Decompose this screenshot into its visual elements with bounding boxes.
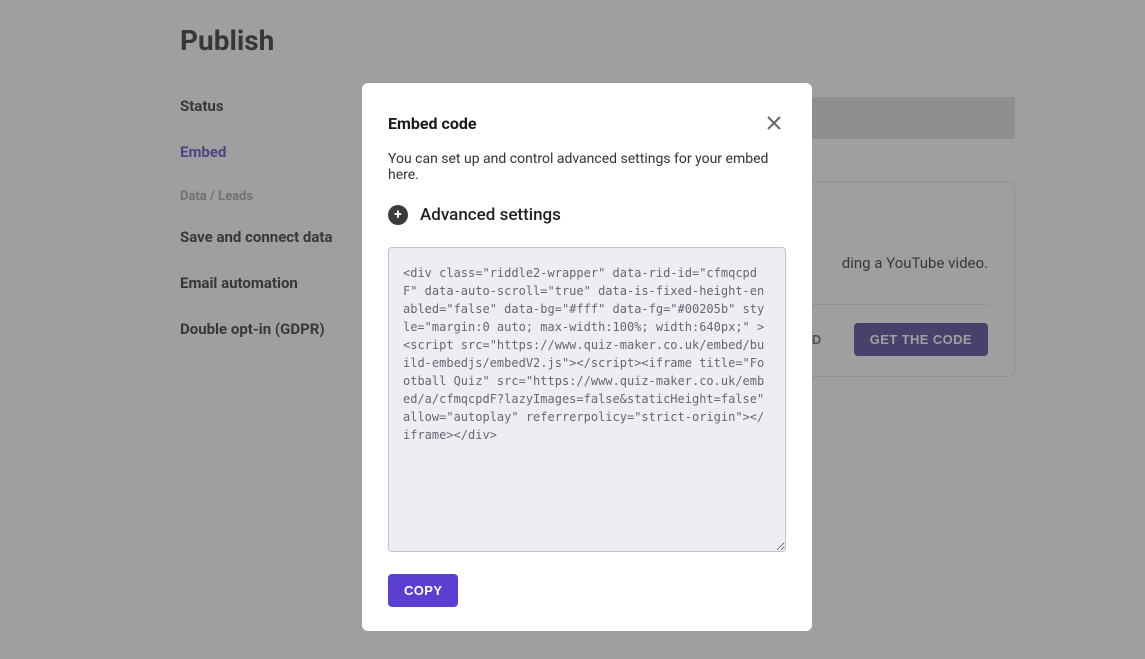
close-button[interactable] [762,111,786,135]
embed-code-textarea[interactable] [388,247,786,552]
modal-title: Embed code [388,114,477,133]
modal-description: You can set up and control advanced sett… [388,151,786,183]
plus-icon: + [388,205,408,225]
advanced-settings-label: Advanced settings [420,205,561,225]
close-icon [766,115,782,131]
copy-button[interactable]: COPY [388,574,458,607]
modal-header: Embed code [388,111,786,135]
embed-code-modal: Embed code You can set up and control ad… [362,83,812,631]
advanced-settings-toggle[interactable]: + Advanced settings [388,205,786,225]
